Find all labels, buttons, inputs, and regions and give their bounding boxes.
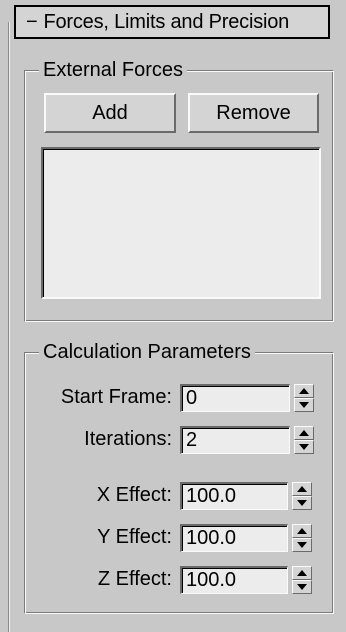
start-frame-label: Start Frame:	[60, 386, 172, 408]
spinner-up-arrow-icon	[297, 528, 307, 534]
spinner-down-arrow-icon	[299, 402, 309, 408]
spinner-up-arrow-icon	[297, 570, 307, 576]
y-effect-label: Y Effect:	[97, 526, 172, 548]
spinner-up-arrow-icon	[297, 486, 307, 492]
spinner-down-arrow-icon	[297, 584, 307, 590]
spinner-up-arrow-icon	[299, 430, 309, 436]
y-effect-spin-down[interactable]	[292, 538, 312, 552]
y-effect-spinner[interactable]	[292, 524, 312, 552]
collapse-icon: −	[26, 10, 38, 33]
calculation-parameters-title: Calculation Parameters	[39, 339, 255, 365]
spinner-down-arrow-icon	[297, 542, 307, 548]
y-effect-spin-up[interactable]	[292, 524, 312, 538]
start-frame-field[interactable]: 0	[180, 384, 290, 412]
iterations-label: Iterations:	[84, 428, 172, 450]
z-effect-field[interactable]: 100.0	[180, 566, 288, 594]
rollout-title: Forces, Limits and Precision	[43, 10, 290, 33]
x-effect-label: X Effect:	[96, 484, 172, 506]
rollout-header-forces-limits-precision[interactable]: − Forces, Limits and Precision	[14, 5, 330, 39]
iterations-spinner[interactable]	[294, 426, 314, 454]
rollout-left-highlight	[9, 22, 10, 632]
remove-force-button[interactable]: Remove	[188, 93, 319, 133]
spinner-down-arrow-icon	[299, 444, 309, 450]
x-effect-spin-down[interactable]	[292, 496, 312, 510]
spinner-up-arrow-icon	[299, 388, 309, 394]
y-effect-field[interactable]: 100.0	[180, 524, 288, 552]
z-effect-spinner[interactable]	[292, 566, 312, 594]
start-frame-spin-up[interactable]	[294, 384, 314, 398]
iterations-spin-down[interactable]	[294, 440, 314, 454]
x-effect-field[interactable]: 100.0	[180, 482, 288, 510]
external-forces-list[interactable]	[41, 147, 321, 299]
x-effect-spin-up[interactable]	[292, 482, 312, 496]
z-effect-spin-up[interactable]	[292, 566, 312, 580]
add-force-button[interactable]: Add	[44, 93, 176, 133]
z-effect-label: Z Effect:	[97, 568, 172, 590]
iterations-field[interactable]: 2	[180, 426, 290, 454]
z-effect-spin-down[interactable]	[292, 580, 312, 594]
iterations-spin-up[interactable]	[294, 426, 314, 440]
x-effect-spinner[interactable]	[292, 482, 312, 510]
spinner-down-arrow-icon	[297, 500, 307, 506]
start-frame-spin-down[interactable]	[294, 398, 314, 412]
external-forces-title: External Forces	[39, 57, 188, 83]
start-frame-spinner[interactable]	[294, 384, 314, 412]
